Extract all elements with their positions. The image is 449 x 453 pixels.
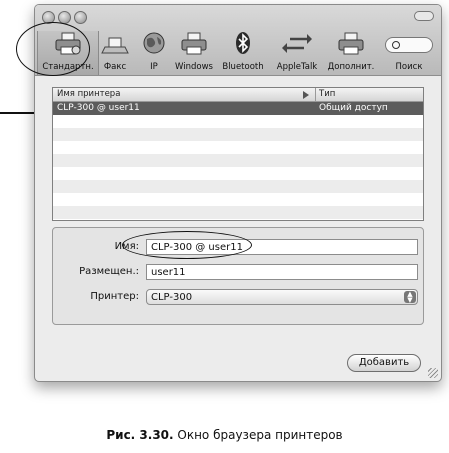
- toolbar-item-label: Поиск: [395, 62, 423, 72]
- caption-text: Окно браузера принтеров: [173, 428, 343, 442]
- printer-name-cell: CLP-300 @ user11: [57, 103, 140, 113]
- empty-row: [53, 154, 423, 167]
- annotation-oval-default: [16, 22, 90, 76]
- printer-type-cell: Общий доступ: [319, 103, 388, 113]
- printer-icon: [181, 32, 207, 55]
- column-header-name[interactable]: Имя принтера: [53, 88, 316, 101]
- empty-row: [53, 141, 423, 154]
- printer-browser-window: Стандартн. Факс IP Windows Bluetooth App…: [34, 4, 442, 382]
- toolbar-item-more[interactable]: Дополнит.: [321, 31, 381, 75]
- toolbar-toggle-button[interactable]: [414, 11, 434, 21]
- sort-arrow-icon: [303, 91, 309, 99]
- popup-arrows-icon: ▲ ▼: [404, 291, 416, 304]
- empty-row: [53, 115, 423, 128]
- zoom-window-button[interactable]: [74, 11, 87, 24]
- annotation-oval-name: [122, 231, 252, 259]
- toolbar-item-appletalk[interactable]: AppleTalk: [267, 31, 327, 75]
- column-header-label: Имя принтера: [57, 89, 121, 99]
- table-header: Имя принтера Тип: [53, 88, 423, 102]
- location-label: Размещен.:: [79, 266, 139, 277]
- location-field[interactable]: user11: [146, 264, 418, 280]
- add-button[interactable]: Добавить: [347, 354, 421, 372]
- printer-icon: [338, 32, 364, 55]
- printer-model-label: Принтер:: [90, 291, 139, 302]
- table-row[interactable]: CLP-300 @ user11 Общий доступ: [53, 102, 423, 115]
- empty-row: [53, 180, 423, 193]
- toolbar-item-label: AppleTalk: [276, 62, 318, 72]
- toolbar-item-search[interactable]: Поиск: [379, 31, 439, 75]
- empty-row: [53, 128, 423, 141]
- printer-model-select[interactable]: CLP-300 ▲ ▼: [146, 289, 418, 305]
- toolbar-item-bluetooth[interactable]: Bluetooth: [213, 31, 273, 75]
- figure-caption: Рис. 3.30. Окно браузера принтеров: [0, 428, 449, 442]
- toolbar-item-label: Дополнит.: [327, 62, 375, 72]
- printer-list-table: Имя принтера Тип CLP-300 @ user11 Общий …: [52, 87, 424, 221]
- caption-number: Рис. 3.30.: [106, 428, 174, 442]
- search-icon: [392, 41, 400, 49]
- toolbar: Стандартн. Факс IP Windows Bluetooth App…: [35, 5, 441, 76]
- printer-model-value: CLP-300: [151, 292, 193, 303]
- bluetooth-icon: [236, 32, 250, 54]
- resize-grip-icon[interactable]: [428, 368, 438, 378]
- column-header-type[interactable]: Тип: [315, 88, 419, 101]
- empty-row: [53, 206, 423, 219]
- search-field[interactable]: [385, 37, 433, 53]
- toolbar-item-label: Bluetooth: [222, 62, 264, 72]
- appletalk-arrows-icon: [282, 34, 312, 53]
- empty-row: [53, 167, 423, 180]
- empty-row: [53, 193, 423, 206]
- column-header-label: Тип: [319, 89, 336, 99]
